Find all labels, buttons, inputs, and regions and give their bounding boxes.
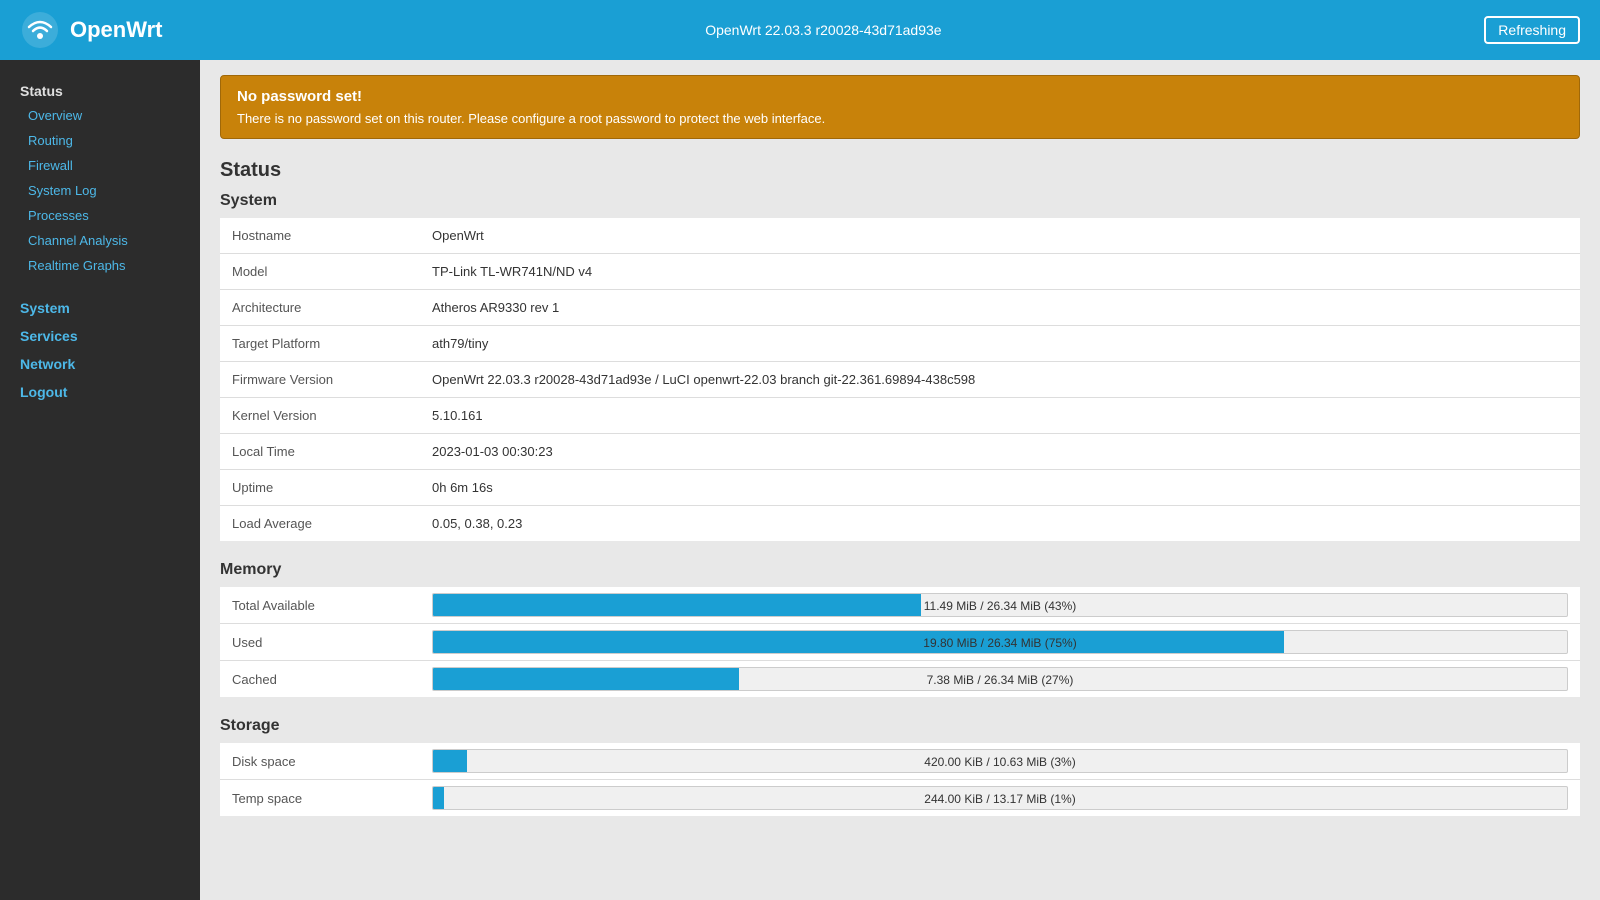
row-label: Cached: [220, 661, 420, 698]
sidebar-item-firewall[interactable]: Firewall: [0, 153, 200, 178]
progress-bar: 420.00 KiB / 10.63 MiB (3%): [432, 749, 1568, 773]
row-label: Temp space: [220, 780, 420, 817]
row-label: Architecture: [220, 290, 420, 326]
row-value: 420.00 KiB / 10.63 MiB (3%): [420, 743, 1580, 780]
sidebar-item-routing[interactable]: Routing: [0, 128, 200, 153]
row-label: Target Platform: [220, 326, 420, 362]
memory-table: Total Available 11.49 MiB / 26.34 MiB (4…: [220, 587, 1580, 697]
table-row: Load Average0.05, 0.38, 0.23: [220, 506, 1580, 542]
table-row: ArchitectureAtheros AR9330 rev 1: [220, 290, 1580, 326]
sidebar-item-system[interactable]: System: [0, 294, 200, 322]
row-value: 5.10.161: [420, 398, 1580, 434]
refreshing-button[interactable]: Refreshing: [1484, 16, 1580, 44]
page-title: Status: [220, 159, 1580, 182]
sidebar-item-channel-analysis[interactable]: Channel Analysis: [0, 228, 200, 253]
row-label: Total Available: [220, 587, 420, 624]
logo-area: OpenWrt: [20, 10, 162, 50]
row-value: TP-Link TL-WR741N/ND v4: [420, 254, 1580, 290]
progress-bar: 7.38 MiB / 26.34 MiB (27%): [432, 667, 1568, 691]
table-row: HostnameOpenWrt: [220, 218, 1580, 254]
row-label: Firmware Version: [220, 362, 420, 398]
sidebar-item-network[interactable]: Network: [0, 350, 200, 378]
row-value: 244.00 KiB / 13.17 MiB (1%): [420, 780, 1580, 817]
sidebar-item-overview[interactable]: Overview: [0, 103, 200, 128]
row-label: Used: [220, 624, 420, 661]
table-row: Cached 7.38 MiB / 26.34 MiB (27%): [220, 661, 1580, 698]
progress-bar-label: 420.00 KiB / 10.63 MiB (3%): [433, 750, 1567, 773]
table-row: Total Available 11.49 MiB / 26.34 MiB (4…: [220, 587, 1580, 624]
warning-banner: No password set! There is no password se…: [220, 75, 1580, 139]
memory-section-title: Memory: [220, 561, 1580, 579]
row-label: Disk space: [220, 743, 420, 780]
table-row: Target Platformath79/tiny: [220, 326, 1580, 362]
row-label: Hostname: [220, 218, 420, 254]
row-value: 11.49 MiB / 26.34 MiB (43%): [420, 587, 1580, 624]
row-label: Model: [220, 254, 420, 290]
table-row: Used 19.80 MiB / 26.34 MiB (75%): [220, 624, 1580, 661]
progress-bar-label: 7.38 MiB / 26.34 MiB (27%): [433, 668, 1567, 691]
row-value: 0h 6m 16s: [420, 470, 1580, 506]
progress-bar: 19.80 MiB / 26.34 MiB (75%): [432, 630, 1568, 654]
app-title: OpenWrt: [70, 17, 162, 43]
progress-bar-label: 11.49 MiB / 26.34 MiB (43%): [433, 594, 1567, 617]
row-value: OpenWrt 22.03.3 r20028-43d71ad93e / LuCI…: [420, 362, 1580, 398]
header: OpenWrt OpenWrt 22.03.3 r20028-43d71ad93…: [0, 0, 1600, 60]
progress-bar: 244.00 KiB / 13.17 MiB (1%): [432, 786, 1568, 810]
row-label: Load Average: [220, 506, 420, 542]
system-table: HostnameOpenWrtModelTP-Link TL-WR741N/ND…: [220, 218, 1580, 541]
table-row: Uptime0h 6m 16s: [220, 470, 1580, 506]
sidebar-item-services[interactable]: Services: [0, 322, 200, 350]
content-area: No password set! There is no password se…: [200, 60, 1600, 900]
storage-section-title: Storage: [220, 717, 1580, 735]
progress-bar: 11.49 MiB / 26.34 MiB (43%): [432, 593, 1568, 617]
row-value: 2023-01-03 00:30:23: [420, 434, 1580, 470]
version-text: OpenWrt 22.03.3 r20028-43d71ad93e: [705, 22, 941, 38]
row-value: 7.38 MiB / 26.34 MiB (27%): [420, 661, 1580, 698]
warning-message: There is no password set on this router.…: [237, 111, 1563, 126]
table-row: Disk space 420.00 KiB / 10.63 MiB (3%): [220, 743, 1580, 780]
progress-bar-label: 244.00 KiB / 13.17 MiB (1%): [433, 787, 1567, 810]
sidebar-status-label: Status: [0, 75, 200, 103]
table-row: Temp space 244.00 KiB / 13.17 MiB (1%): [220, 780, 1580, 817]
row-label: Local Time: [220, 434, 420, 470]
table-row: Firmware VersionOpenWrt 22.03.3 r20028-4…: [220, 362, 1580, 398]
sidebar-item-processes[interactable]: Processes: [0, 203, 200, 228]
sidebar-item-realtime-graphs[interactable]: Realtime Graphs: [0, 253, 200, 278]
row-label: Uptime: [220, 470, 420, 506]
sidebar-item-logout[interactable]: Logout: [0, 378, 200, 406]
row-value: ath79/tiny: [420, 326, 1580, 362]
system-section-title: System: [220, 192, 1580, 210]
sidebar-item-system-log[interactable]: System Log: [0, 178, 200, 203]
openwrt-logo-icon: [20, 10, 60, 50]
storage-table: Disk space 420.00 KiB / 10.63 MiB (3%) T…: [220, 743, 1580, 816]
table-row: Kernel Version5.10.161: [220, 398, 1580, 434]
table-row: Local Time2023-01-03 00:30:23: [220, 434, 1580, 470]
progress-bar-label: 19.80 MiB / 26.34 MiB (75%): [433, 631, 1567, 654]
warning-title: No password set!: [237, 88, 1563, 105]
row-value: OpenWrt: [420, 218, 1580, 254]
table-row: ModelTP-Link TL-WR741N/ND v4: [220, 254, 1580, 290]
row-value: 19.80 MiB / 26.34 MiB (75%): [420, 624, 1580, 661]
main-layout: Status Overview Routing Firewall System …: [0, 60, 1600, 900]
row-label: Kernel Version: [220, 398, 420, 434]
row-value: Atheros AR9330 rev 1: [420, 290, 1580, 326]
row-value: 0.05, 0.38, 0.23: [420, 506, 1580, 542]
sidebar: Status Overview Routing Firewall System …: [0, 60, 200, 900]
